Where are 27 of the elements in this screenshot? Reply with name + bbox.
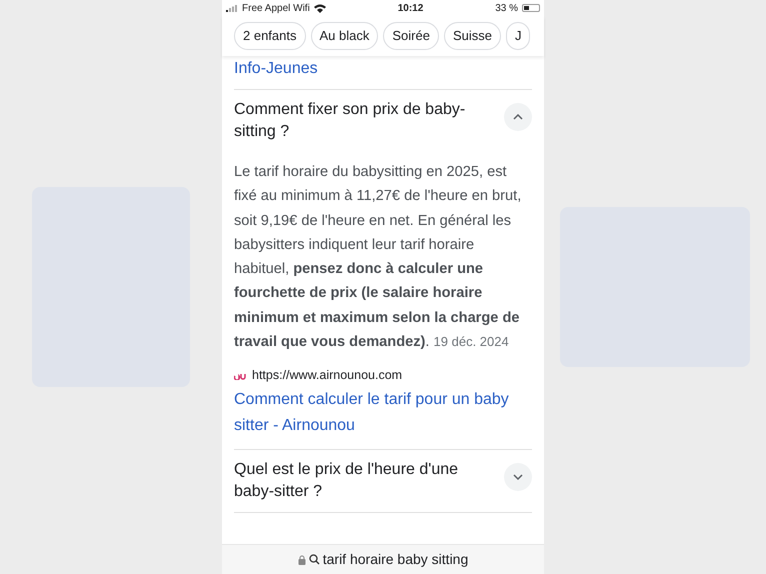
answer-date: 19 déc. 2024 <box>434 334 509 350</box>
faq-question[interactable]: Quel est le prix de l'heure d'une baby-sitter ? <box>234 459 494 504</box>
wifi-icon <box>314 4 326 12</box>
source-link[interactable]: Comment calculer le tarif pour un baby sitter - Airnounou <box>234 387 532 444</box>
battery-percent: 33 % <box>495 2 518 16</box>
search-query: tarif horaire baby sitting <box>322 550 468 569</box>
collapse-button[interactable] <box>504 103 532 131</box>
carrier-label: Free Appel Wifi <box>242 2 310 16</box>
source-url: https://www.airnounou.com <box>252 367 402 384</box>
faq-answer: Le tarif horaire du babysitting en 2025, est fixé au minimum à 11,27€ de l'heure en brut, soit 9,19€ de l'heure en net. En général les babysitters indiquent leur tarif horaire habituel, pensez donc à calculer une fourchette de prix (le salaire horaire minimum et maximum selon la charge de travail que vous demandez). 19 déc. 2024 <box>234 163 522 352</box>
expand-button[interactable] <box>504 463 532 492</box>
lock-icon <box>298 554 306 564</box>
battery-icon <box>522 4 540 12</box>
filter-chip[interactable]: Soirée <box>383 22 439 50</box>
filter-chip[interactable]: Suisse <box>444 22 501 50</box>
chevron-icon <box>513 114 523 120</box>
filter-chip[interactable]: Au black <box>310 22 378 50</box>
faq-question[interactable]: Comment fixer son prix de baby-sitting ? <box>234 99 494 143</box>
address-bar[interactable]: tarif horaire baby sitting <box>222 544 544 574</box>
search-icon <box>308 554 320 565</box>
signal-icon <box>226 4 238 12</box>
filter-chip[interactable]: J <box>506 22 530 50</box>
result-link[interactable]: Info-Jeunes <box>234 60 318 77</box>
site-logo-icon <box>234 372 246 380</box>
filter-chip[interactable]: 2 enfants <box>234 22 306 50</box>
clock: 10:12 <box>398 2 424 16</box>
chevron-icon <box>513 474 523 480</box>
